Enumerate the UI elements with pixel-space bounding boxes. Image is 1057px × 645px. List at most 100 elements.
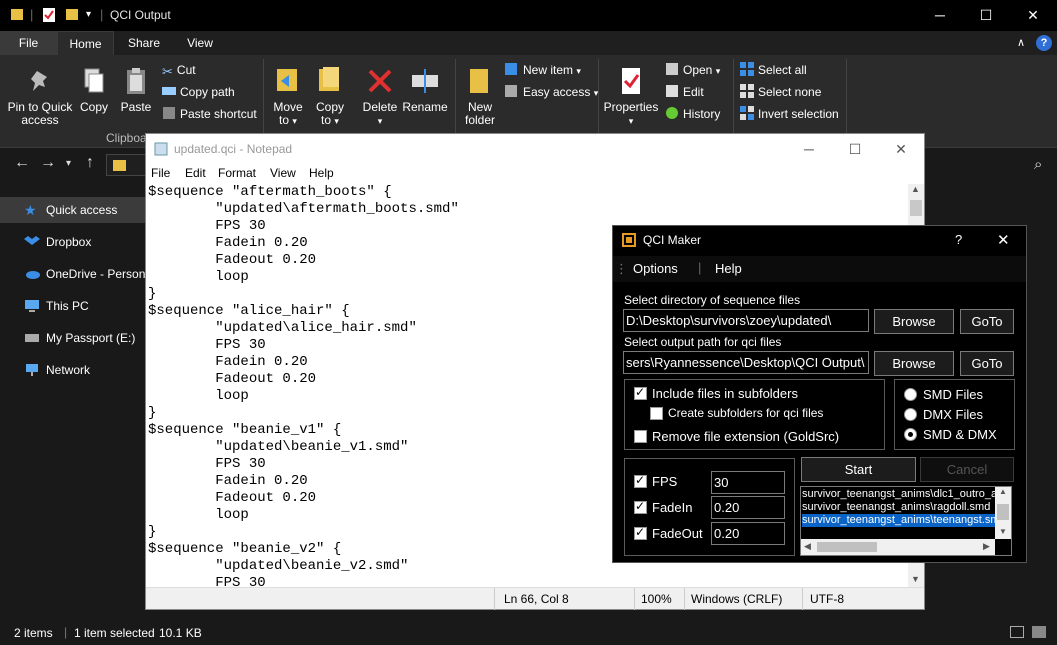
menu-help[interactable]: Help [309,166,334,180]
scroll-thumb[interactable] [817,542,877,552]
fps-field[interactable]: 30 [711,471,785,494]
fadeout-label: FadeOut [652,526,703,541]
pin-quick-access-button[interactable]: Pin to Quick access [4,65,76,127]
scroll-down-icon[interactable]: ▼ [911,574,920,584]
list-horizontal-scrollbar[interactable]: ◀ ▶ [801,539,995,555]
tab-file[interactable]: File [0,31,57,55]
menu-file[interactable]: File [151,166,170,180]
nav-item-dropbox[interactable]: Dropbox [0,229,150,255]
new-folder-button[interactable]: New folder [460,65,500,127]
scroll-up-icon[interactable]: ▲ [911,184,920,194]
properties-quick-icon[interactable] [42,7,56,26]
large-icons-view-icon[interactable] [1032,626,1046,638]
copy-label: Copy [79,100,108,114]
navigation-pane: ★ Quick access Dropbox OneDrive - Person… [0,194,150,614]
window-title: QCI Output [110,8,171,22]
goto-sequence-button[interactable]: GoTo [960,309,1014,334]
smd-files-radio[interactable] [904,388,917,401]
menu-view[interactable]: View [270,166,296,180]
collapse-ribbon-icon[interactable]: ∧ [1017,36,1025,49]
dmx-files-radio[interactable] [904,408,917,421]
address-field[interactable] [106,154,146,176]
goto-output-button[interactable]: GoTo [960,351,1014,376]
fadein-field[interactable]: 0.20 [711,496,785,519]
easy-access-button[interactable]: Easy access ▾ [505,83,598,101]
paste-shortcut-button[interactable]: Paste shortcut [162,105,257,123]
copy-path-button[interactable]: Copy path [162,83,235,101]
menu-format[interactable]: Format [218,166,256,180]
notepad-close-button[interactable]: ✕ [878,134,924,164]
cut-button[interactable]: ✂ Cut [162,61,196,79]
delete-button[interactable]: Delete ▾ [360,65,400,128]
browse-output-button[interactable]: Browse [874,351,954,376]
maximize-button[interactable]: ☐ [963,0,1009,31]
move-to-button[interactable]: Move to ▾ [270,65,306,128]
scroll-right-icon[interactable]: ▶ [983,541,990,552]
new-folder-quick-icon[interactable] [65,7,79,24]
sequence-dir-field[interactable]: D:\Desktop\survivors\zoey\updated\ [623,309,869,332]
properties-button[interactable]: Properties ▾ [603,65,659,128]
tab-home[interactable]: Home [57,31,114,55]
list-vertical-scrollbar[interactable]: ▲ ▼ [995,487,1011,539]
paste-button[interactable]: Paste [118,65,154,114]
cancel-button[interactable]: Cancel [920,457,1014,482]
fadeout-field[interactable]: 0.20 [711,522,785,545]
forward-icon[interactable]: → [40,154,56,172]
history-button[interactable]: History [665,105,720,123]
customize-quick-access-icon[interactable]: ▾ [86,9,91,20]
menu-help[interactable]: Help [715,261,742,276]
file-list[interactable]: survivor_teenangst_anims\dlc1_outro_a su… [800,486,1012,556]
back-icon[interactable]: ← [14,154,30,172]
scroll-up-icon[interactable]: ▲ [999,487,1007,496]
fps-checkbox[interactable] [634,473,647,488]
tab-view[interactable]: View [176,31,224,55]
list-item[interactable]: survivor_teenangst_anims\dlc1_outro_a [802,488,997,501]
select-all-button[interactable]: Select all [740,61,807,79]
new-item-button[interactable]: New item ▾ [505,61,581,79]
list-item[interactable]: survivor_teenangst_anims\ragdoll.smd [802,501,990,514]
close-button[interactable]: ✕ [1010,0,1056,31]
start-button[interactable]: Start [801,457,916,482]
menu-edit[interactable]: Edit [185,166,206,180]
edit-button[interactable]: Edit [665,83,704,101]
search-icon[interactable]: ⌕ [1034,156,1042,173]
copy-to-button[interactable]: Copy to ▾ [312,65,348,128]
menu-options[interactable]: Options [633,261,678,276]
remove-extension-checkbox[interactable] [634,430,647,443]
notepad-maximize-button[interactable]: ☐ [832,134,878,164]
nav-item-network[interactable]: Network [0,357,150,383]
scroll-thumb[interactable] [910,200,922,216]
fadeout-checkbox[interactable] [634,525,647,540]
rename-button[interactable]: Rename [402,65,448,114]
details-view-icon[interactable] [1010,626,1024,638]
nav-item-passport[interactable]: My Passport (E:) [0,325,150,351]
smd-dmx-radio[interactable] [904,428,917,441]
select-none-button[interactable]: Select none [740,83,821,101]
up-icon[interactable]: ↑ [86,154,94,172]
fadein-checkbox[interactable] [634,499,647,514]
copy-button[interactable]: Copy [76,65,112,114]
nav-item-this-pc[interactable]: This PC [0,293,150,319]
minimize-button[interactable]: ─ [917,0,963,31]
select-all-icon [740,62,754,76]
output-path-field[interactable]: sers\Ryannessence\Desktop\QCI Output\ [623,351,869,374]
move-to-label: Move to [273,100,303,127]
scroll-left-icon[interactable]: ◀ [804,541,811,552]
invert-selection-button[interactable]: Invert selection [740,105,839,123]
list-item-selected[interactable]: survivor_teenangst_anims\teenangst.sm [802,514,1000,527]
qci-close-button[interactable]: ✕ [997,231,1010,249]
nav-item-quick-access[interactable]: ★ Quick access [0,197,150,223]
browse-sequence-button[interactable]: Browse [874,309,954,334]
help-icon[interactable]: ? [1036,35,1052,51]
scroll-thumb[interactable] [997,504,1009,520]
qci-help-button[interactable]: ? [955,232,962,247]
open-button[interactable]: Open ▾ [665,61,720,79]
create-subfolders-checkbox[interactable] [650,407,663,420]
notepad-minimize-button[interactable]: ─ [786,134,832,164]
nav-item-onedrive[interactable]: OneDrive - Persona [0,261,150,287]
include-subfolders-checkbox[interactable] [634,385,647,400]
open-icon [666,63,678,75]
recent-locations-icon[interactable]: ▾ [66,158,71,169]
scroll-down-icon[interactable]: ▼ [999,527,1007,536]
tab-share[interactable]: Share [118,31,170,55]
